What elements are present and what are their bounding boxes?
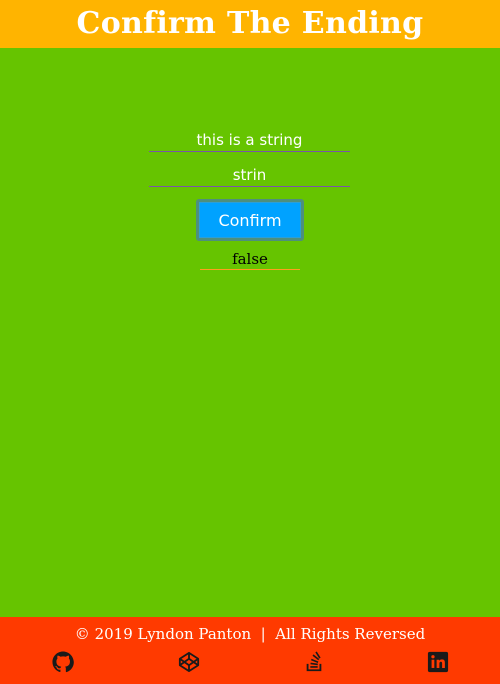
codepen-icon[interactable] bbox=[178, 651, 200, 673]
string-input[interactable] bbox=[149, 128, 350, 152]
confirm-button[interactable]: Confirm bbox=[196, 199, 304, 241]
stack-overflow-icon[interactable] bbox=[303, 651, 325, 673]
ending-input[interactable] bbox=[149, 163, 350, 187]
footer: © 2019 Lyndon Panton | All Rights Revers… bbox=[0, 617, 500, 684]
github-icon[interactable] bbox=[52, 651, 74, 673]
linkedin-icon[interactable] bbox=[427, 651, 449, 673]
app-header: Confirm The Ending bbox=[0, 0, 500, 48]
page-title: Confirm The Ending bbox=[76, 6, 424, 41]
main-content: Confirm false bbox=[0, 48, 500, 617]
result-output: false bbox=[200, 248, 300, 270]
copyright-text: © 2019 Lyndon Panton | All Rights Revers… bbox=[74, 625, 426, 643]
